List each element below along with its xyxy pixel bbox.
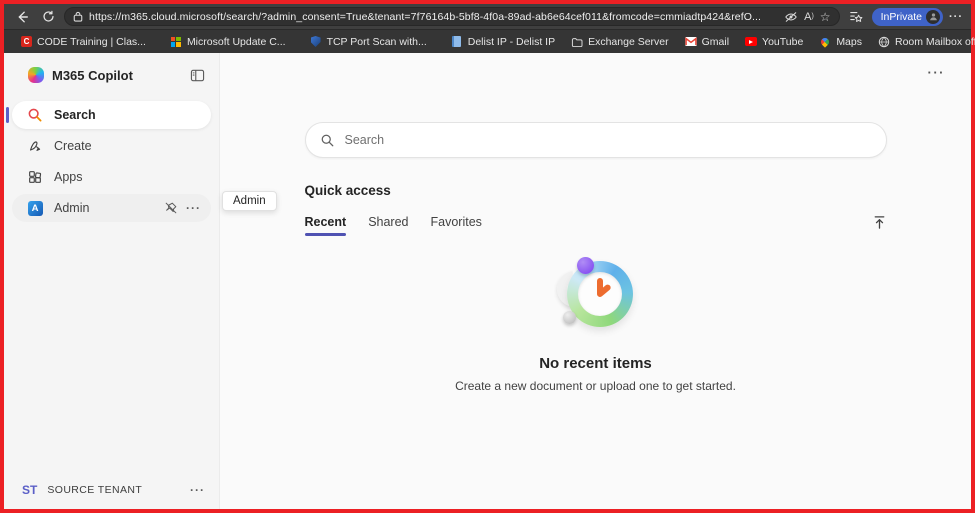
admin-tooltip: Admin	[222, 191, 277, 211]
browser-window: https://m365.cloud.microsoft/search/?adm…	[0, 0, 975, 513]
document-icon	[451, 36, 463, 48]
back-icon[interactable]	[12, 7, 32, 27]
microsoft-logo-icon	[170, 36, 182, 48]
favorite-star-icon[interactable]: ☆	[820, 10, 831, 24]
bookmark-item[interactable]: YouTube	[738, 34, 810, 50]
upload-icon[interactable]	[872, 215, 887, 236]
clock-illustration-icon	[557, 257, 635, 335]
bookmarks-bar: C CODE Training | Clas... Microsoft Upda…	[4, 29, 971, 53]
tenant-initials: ST	[22, 483, 37, 497]
active-indicator	[6, 107, 9, 123]
folder-icon	[571, 36, 583, 48]
page-more-options-icon[interactable]: ···	[928, 65, 946, 80]
quick-access-section: Quick access Recent Shared Favorites	[305, 158, 887, 393]
sidebar-item-create[interactable]: Create	[12, 132, 211, 160]
tracking-prevention-icon[interactable]	[784, 11, 798, 23]
bookmark-item[interactable]: Maps	[812, 34, 869, 50]
code-icon: C	[21, 36, 32, 47]
bookmark-item[interactable]: Microsoft Update C...	[163, 34, 293, 50]
search-icon	[320, 133, 335, 148]
address-bar[interactable]: https://m365.cloud.microsoft/search/?adm…	[64, 7, 840, 26]
section-title: Quick access	[305, 183, 887, 198]
search-input[interactable]	[345, 133, 872, 147]
sidebar-header: M365 Copilot	[4, 63, 219, 95]
gmail-icon	[685, 36, 697, 48]
admin-app-icon: A	[26, 199, 44, 217]
lock-icon[interactable]	[73, 11, 83, 22]
bookmark-item[interactable]: C CODE Training | Clas...	[14, 34, 153, 50]
apps-grid-icon	[26, 168, 44, 186]
tenant-switcher[interactable]: ST SOURCE TENANT ···	[4, 473, 219, 509]
bookmark-item[interactable]: Gmail	[678, 34, 736, 50]
sidebar-nav: Search Create Apps A Admin	[4, 95, 219, 225]
bookmark-item[interactable]: TCP Port Scan with...	[303, 34, 434, 50]
sidebar-item-apps[interactable]: Apps	[12, 163, 211, 191]
tab-bar: Recent Shared Favorites	[305, 215, 887, 236]
tenant-more-icon[interactable]: ···	[190, 483, 205, 497]
create-pen-icon	[26, 137, 44, 155]
sidebar: M365 Copilot Search Create	[4, 53, 220, 509]
sidebar-item-search[interactable]: Search	[12, 101, 211, 129]
search-icon	[26, 106, 44, 124]
m365-copilot-app: M365 Copilot Search Create	[4, 53, 971, 509]
unpin-icon[interactable]	[164, 201, 178, 215]
inprivate-badge[interactable]: InPrivate	[872, 8, 943, 26]
admin-row-tools: ···	[164, 201, 201, 215]
browser-settings-menu-icon[interactable]: ···	[949, 11, 963, 23]
maps-pin-icon	[819, 36, 831, 48]
url-text[interactable]: https://m365.cloud.microsoft/search/?adm…	[89, 11, 778, 23]
globe-icon	[878, 36, 890, 48]
collapse-sidebar-icon[interactable]	[190, 69, 205, 82]
bookmark-item[interactable]: Delist IP - Delist IP	[444, 34, 562, 50]
sidebar-item-admin[interactable]: A Admin ···	[12, 194, 211, 222]
empty-state: No recent items Create a new document or…	[305, 257, 887, 393]
bookmark-item[interactable]: Exchange Server	[564, 34, 676, 50]
shield-icon	[310, 36, 322, 48]
browser-toolbar: https://m365.cloud.microsoft/search/?adm…	[4, 4, 971, 29]
tenant-name: SOURCE TENANT	[47, 484, 180, 496]
search-box[interactable]	[305, 122, 887, 158]
profile-avatar-icon	[926, 10, 940, 24]
read-aloud-icon[interactable]: A)	[804, 11, 814, 23]
app-title: M365 Copilot	[52, 68, 182, 83]
refresh-icon[interactable]	[38, 7, 58, 27]
empty-state-subtitle: Create a new document or upload one to g…	[455, 379, 736, 393]
youtube-icon	[745, 36, 757, 48]
empty-state-title: No recent items	[539, 355, 652, 372]
admin-more-icon[interactable]: ···	[186, 201, 201, 215]
favorites-hub-icon[interactable]	[846, 7, 866, 27]
tab-favorites[interactable]: Favorites	[431, 215, 482, 236]
bookmark-item[interactable]: Room Mailbox offic...	[871, 34, 975, 50]
copilot-logo-icon	[28, 67, 44, 83]
main-content: ··· Quick access Recent Shared Favorites	[220, 53, 971, 509]
tab-recent[interactable]: Recent	[305, 215, 347, 236]
tab-shared[interactable]: Shared	[368, 215, 408, 236]
